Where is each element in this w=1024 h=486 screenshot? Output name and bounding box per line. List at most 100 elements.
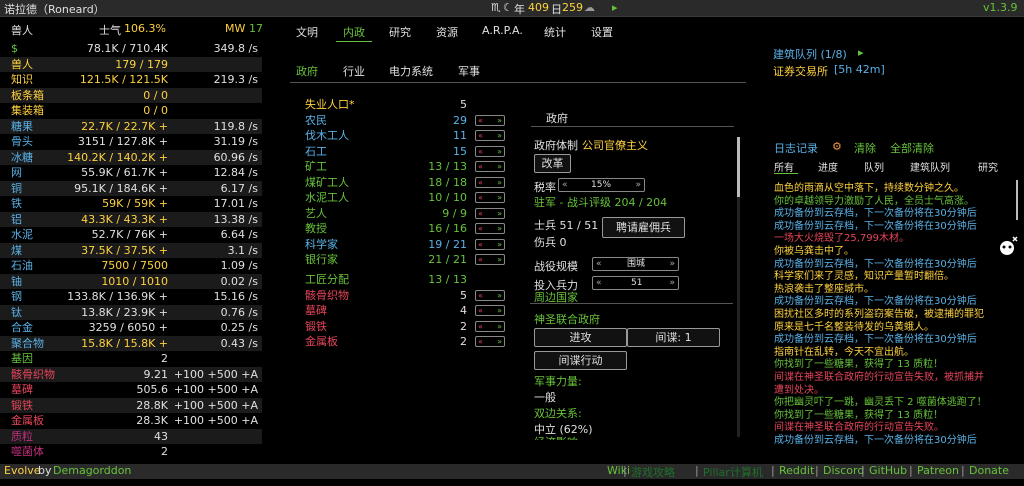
author-link[interactable]: Demagorddon	[53, 464, 131, 477]
troops-stepper[interactable]: « 51 »	[592, 276, 679, 290]
job-name[interactable]: 石工	[305, 144, 327, 160]
tab-resources[interactable]: 资源	[436, 24, 458, 40]
job-increase-icon[interactable]: »	[497, 224, 502, 233]
job-stepper[interactable]: «»	[475, 145, 505, 157]
job-stepper[interactable]: «»	[475, 130, 505, 141]
job-stepper[interactable]: «»	[475, 176, 505, 188]
hire-mercenary-button[interactable]: 聘请雇佣兵	[602, 217, 685, 238]
queue-play-icon[interactable]: ▸	[858, 46, 864, 59]
tab-civ[interactable]: 文明	[296, 24, 318, 40]
gear-icon[interactable]: ⚙	[832, 140, 842, 153]
reform-button[interactable]: 改革	[534, 154, 571, 173]
job-decrease-icon[interactable]: «	[478, 178, 483, 187]
job-decrease-icon[interactable]: «	[478, 255, 483, 264]
queue-label[interactable]: 建筑队列 (1/8)	[773, 46, 847, 62]
tax-stepper[interactable]: « 15% »	[558, 178, 645, 192]
crafter-increase-icon[interactable]: »	[497, 322, 502, 331]
log-tab-all[interactable]: 所有	[774, 159, 794, 174]
footer-link[interactable]: GitHub	[869, 464, 907, 477]
attack-button[interactable]: 进攻	[534, 328, 627, 347]
crafter-stepper[interactable]: «»	[475, 320, 505, 332]
job-name[interactable]: 教授	[305, 221, 327, 237]
subtab-industry[interactable]: 行业	[343, 63, 365, 79]
job-increase-icon[interactable]: »	[497, 131, 502, 140]
job-name[interactable]: 银行家	[305, 252, 338, 268]
job-decrease-icon[interactable]: «	[478, 193, 483, 202]
log-tab-build-queue[interactable]: 建筑队列	[910, 159, 950, 174]
job-stepper[interactable]: «»	[475, 192, 505, 203]
job-stepper[interactable]: «»	[475, 238, 505, 250]
play-icon[interactable]: ▸	[612, 1, 618, 14]
crafter-name[interactable]: 锻铁	[305, 319, 327, 335]
spy-button[interactable]: 间谍: 1	[627, 328, 720, 347]
footer-link[interactable]: Patreon	[917, 464, 959, 477]
footer-link[interactable]: Discord	[823, 464, 864, 477]
tax-decrease-icon[interactable]: «	[562, 179, 568, 191]
job-decrease-icon[interactable]: «	[478, 147, 483, 156]
tab-settings[interactable]: 设置	[591, 24, 613, 40]
job-increase-icon[interactable]: »	[497, 255, 502, 264]
job-stepper[interactable]: «»	[475, 254, 505, 265]
espionage-button[interactable]: 间谍行动	[534, 351, 627, 370]
tab-arpa[interactable]: A.R.P.A.	[482, 24, 523, 37]
crafter-stepper[interactable]: «»	[475, 305, 505, 316]
job-name[interactable]: 失业人口*	[305, 97, 355, 113]
log-clear-all-button[interactable]: 全部清除	[890, 140, 934, 156]
crafter-decrease-icon[interactable]: «	[478, 291, 483, 300]
log-tab-queue[interactable]: 队列	[864, 159, 884, 174]
job-name[interactable]: 煤矿工人	[305, 175, 349, 191]
troops-increase-icon[interactable]: »	[669, 277, 675, 289]
job-name[interactable]: 水泥工人	[305, 190, 349, 206]
campaign-stepper[interactable]: « 围城 »	[592, 257, 679, 271]
job-stepper[interactable]: «»	[475, 114, 505, 126]
job-name[interactable]: 艺人	[305, 206, 327, 222]
crafter-name[interactable]: 金属板	[305, 334, 338, 350]
campaign-decrease-icon[interactable]: «	[596, 258, 602, 270]
subtab-government[interactable]: 政府	[296, 63, 318, 79]
crafter-stepper[interactable]: «»	[475, 336, 505, 347]
job-name[interactable]: 科学家	[305, 237, 338, 253]
crafter-increase-icon[interactable]: »	[497, 306, 502, 315]
job-increase-icon[interactable]: »	[497, 147, 502, 156]
footer-link[interactable]: Reddit	[779, 464, 814, 477]
crafter-decrease-icon[interactable]: «	[478, 306, 483, 315]
tab-research[interactable]: 研究	[389, 24, 411, 40]
city-name[interactable]: 诺拉德（Roneard）	[4, 1, 105, 17]
log-scrollbar[interactable]	[1016, 180, 1018, 220]
job-stepper[interactable]: «»	[475, 223, 505, 234]
subtab-power[interactable]: 电力系统	[389, 63, 433, 79]
crafter-decrease-icon[interactable]: «	[478, 322, 483, 331]
job-decrease-icon[interactable]: «	[478, 131, 483, 140]
crafter-decrease-icon[interactable]: «	[478, 337, 483, 346]
campaign-increase-icon[interactable]: »	[669, 258, 675, 270]
job-increase-icon[interactable]: »	[497, 209, 502, 218]
crafter-stepper[interactable]: «»	[475, 289, 505, 301]
crafter-name[interactable]: 骸骨织物	[305, 288, 349, 304]
log-clear-button[interactable]: 清除	[854, 140, 876, 156]
tab-civics[interactable]: 内政	[343, 24, 365, 40]
job-increase-icon[interactable]: »	[497, 178, 502, 187]
job-name[interactable]: 农民	[305, 113, 327, 129]
floating-helper-icon[interactable]	[998, 232, 1020, 258]
crafter-increase-icon[interactable]: »	[497, 337, 502, 346]
job-decrease-icon[interactable]: «	[478, 162, 483, 171]
job-decrease-icon[interactable]: «	[478, 224, 483, 233]
job-increase-icon[interactable]: »	[497, 162, 502, 171]
job-name[interactable]: 伐木工人	[305, 128, 349, 144]
queue-building[interactable]: 证券交易所	[773, 63, 828, 79]
job-decrease-icon[interactable]: «	[478, 209, 483, 218]
log-tab-research[interactable]: 研究	[978, 159, 998, 174]
job-increase-icon[interactable]: »	[497, 240, 502, 249]
job-increase-icon[interactable]: »	[497, 116, 502, 125]
crafter-name[interactable]: 墓碑	[305, 303, 327, 319]
footer-link[interactable]: Donate	[969, 464, 1009, 477]
subtab-military[interactable]: 军事	[458, 63, 480, 79]
footer-link[interactable]: Pillar计算机	[703, 464, 763, 480]
gov-scrollbar[interactable]	[737, 137, 740, 197]
job-decrease-icon[interactable]: «	[478, 116, 483, 125]
tab-stats[interactable]: 统计	[544, 24, 566, 40]
log-tab-progress[interactable]: 进度	[818, 159, 838, 174]
troops-decrease-icon[interactable]: «	[596, 277, 602, 289]
job-stepper[interactable]: «»	[475, 161, 505, 172]
job-stepper[interactable]: «»	[475, 207, 505, 219]
